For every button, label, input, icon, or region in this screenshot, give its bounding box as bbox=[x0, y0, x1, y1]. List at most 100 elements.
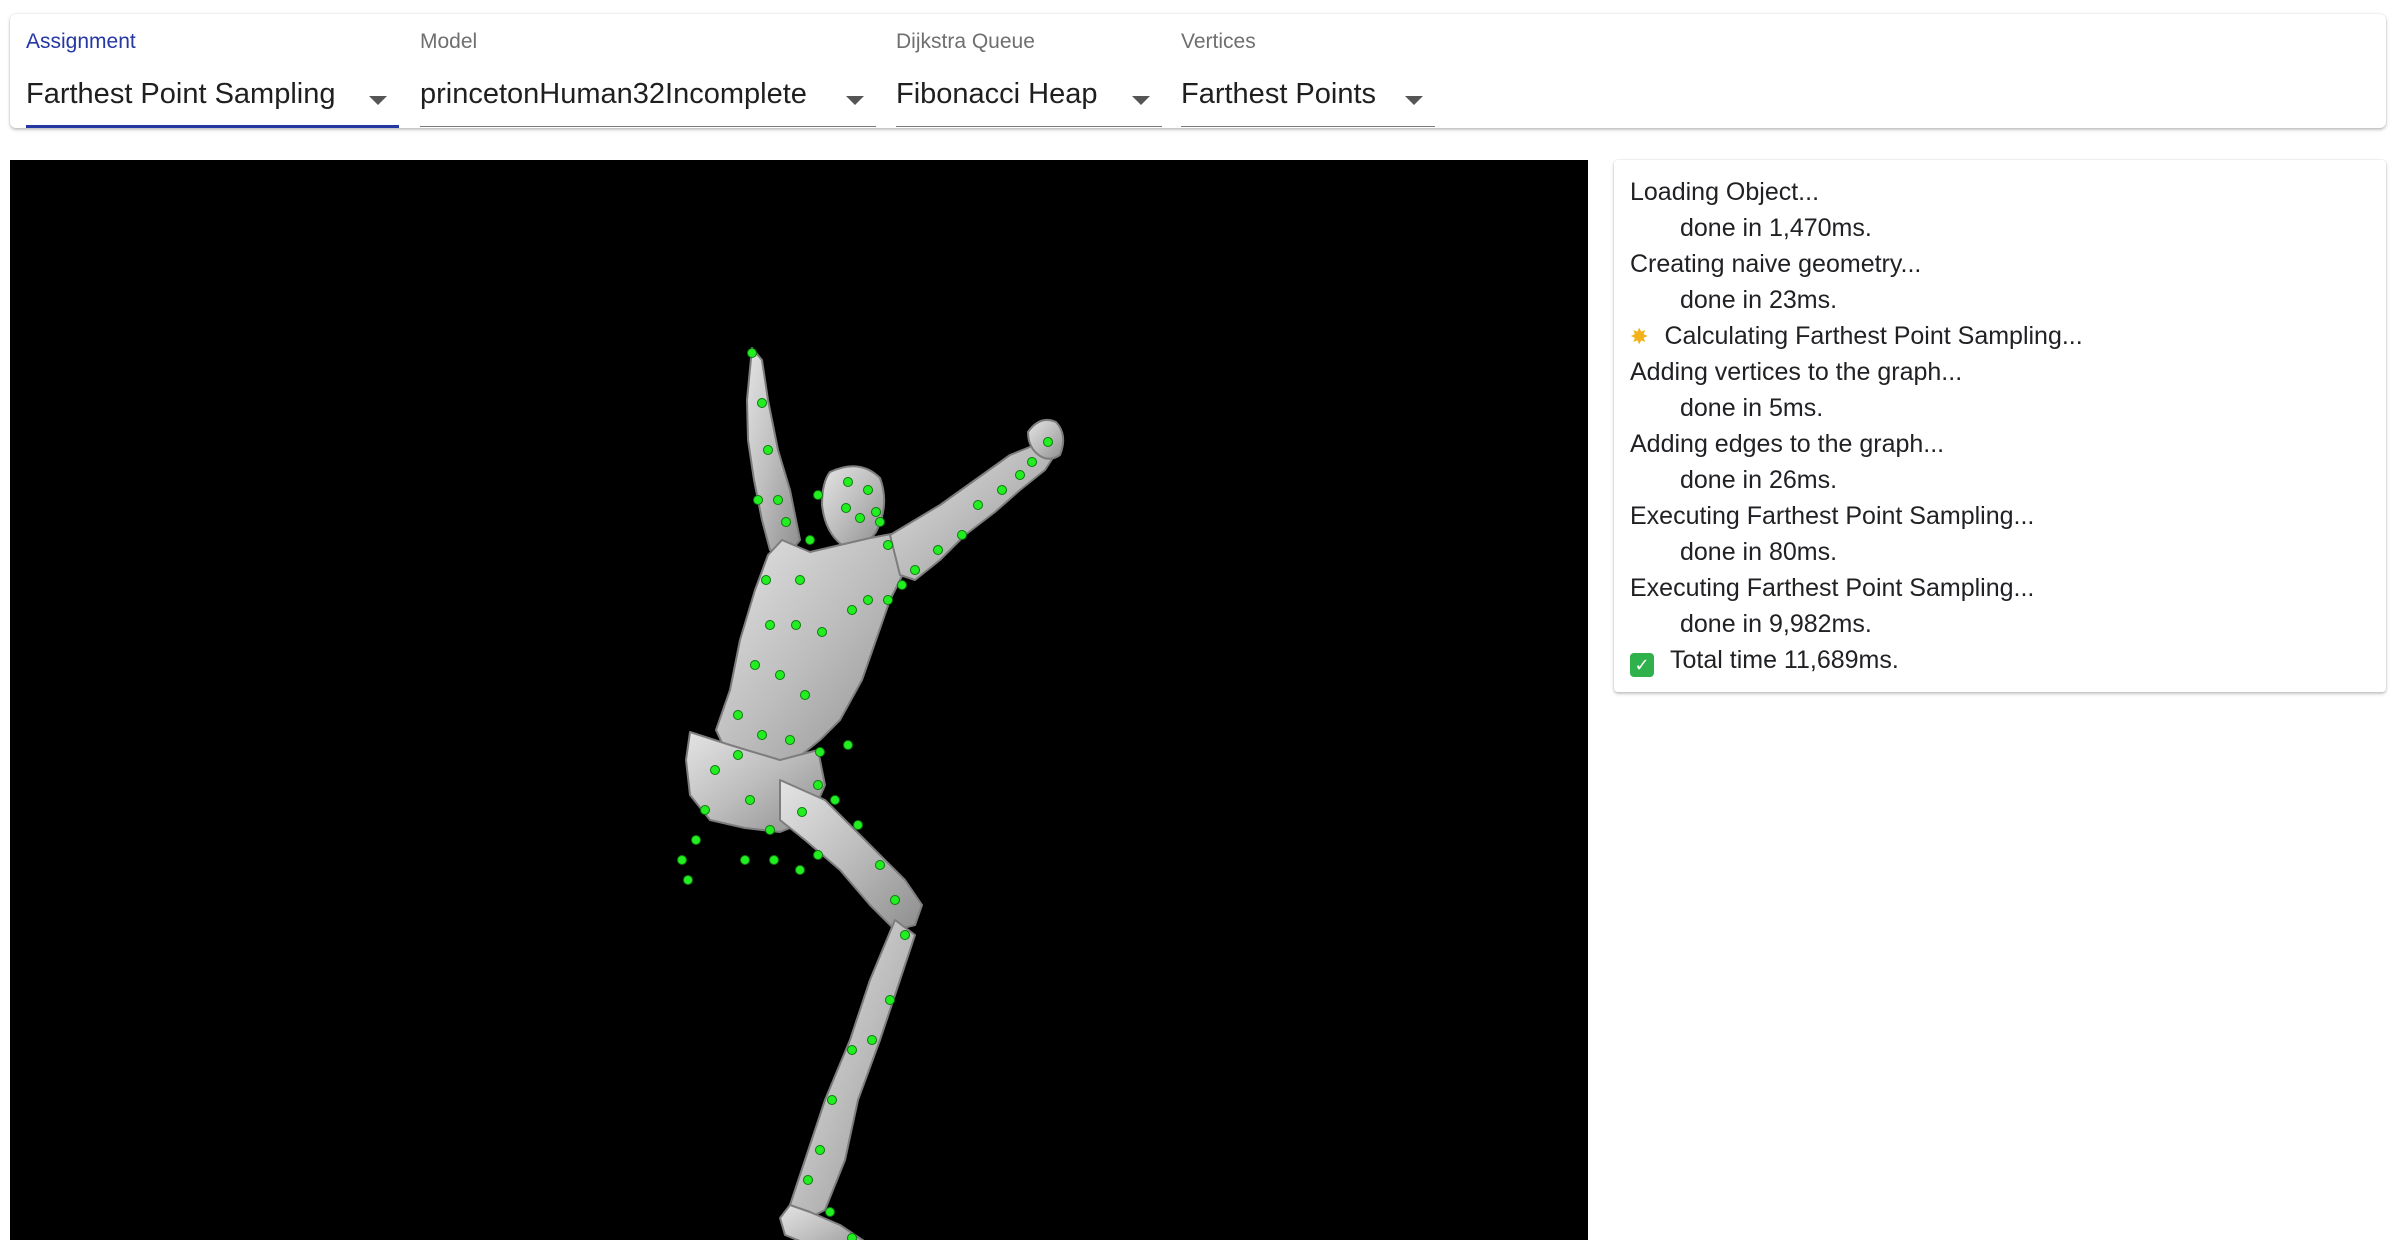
sample-point bbox=[863, 595, 873, 605]
sample-point bbox=[795, 865, 805, 875]
sample-point bbox=[855, 513, 865, 523]
mesh-render bbox=[677, 347, 1065, 1240]
dijkstra-queue-underline bbox=[896, 126, 1162, 127]
log-line: done in 1,470ms. bbox=[1630, 210, 2083, 246]
sample-point bbox=[800, 690, 810, 700]
log-line: done in 5ms. bbox=[1630, 390, 2083, 426]
model-select[interactable]: princetonHuman32Incomplete bbox=[420, 66, 876, 128]
sample-point bbox=[875, 860, 885, 870]
sample-point bbox=[815, 1145, 825, 1155]
sample-point bbox=[691, 835, 701, 845]
log-line-text: done in 9,982ms. bbox=[1680, 610, 1872, 638]
sample-point bbox=[843, 740, 853, 750]
sample-point bbox=[863, 485, 873, 495]
log-line-text: done in 1,470ms. bbox=[1680, 214, 1872, 242]
vertices-value: Farthest Points bbox=[1181, 78, 1377, 110]
sample-point bbox=[827, 1095, 837, 1105]
dijkstra-queue-value: Fibonacci Heap bbox=[896, 78, 1098, 110]
sample-point bbox=[957, 530, 967, 540]
sample-point bbox=[677, 855, 687, 865]
sample-point bbox=[700, 805, 710, 815]
sample-point bbox=[867, 1035, 877, 1045]
human-mesh bbox=[685, 347, 1065, 1240]
assignment-value: Farthest Point Sampling bbox=[26, 78, 336, 110]
sample-point bbox=[781, 517, 791, 527]
sample-point bbox=[761, 575, 771, 585]
log-line-text: Loading Object... bbox=[1630, 178, 1820, 206]
sample-point bbox=[740, 855, 750, 865]
sample-point bbox=[1015, 470, 1025, 480]
dropdown-arrow-icon bbox=[1132, 96, 1150, 105]
assignment-underline bbox=[26, 125, 399, 128]
sample-point bbox=[710, 765, 720, 775]
sample-point bbox=[683, 875, 693, 885]
sample-point bbox=[883, 540, 893, 550]
log-line: done in 26ms. bbox=[1630, 462, 2083, 498]
sample-point bbox=[747, 348, 757, 358]
sample-point bbox=[733, 750, 743, 760]
sample-point bbox=[733, 710, 743, 720]
sample-point bbox=[883, 595, 893, 605]
sample-point bbox=[757, 398, 767, 408]
sample-point bbox=[847, 1045, 857, 1055]
sample-point bbox=[813, 490, 823, 500]
log-line-text: Adding edges to the graph... bbox=[1630, 430, 1945, 458]
sample-point bbox=[791, 620, 801, 630]
dropdown-arrow-icon bbox=[1405, 96, 1423, 105]
log-line-text: done in 5ms. bbox=[1680, 394, 1824, 422]
sample-point bbox=[825, 1207, 835, 1217]
sample-point bbox=[900, 930, 910, 940]
dijkstra-queue-label: Dijkstra Queue bbox=[896, 30, 1035, 53]
vertices-label: Vertices bbox=[1181, 30, 1256, 53]
assignment-select[interactable]: Farthest Point Sampling bbox=[26, 66, 399, 128]
log-line: ✓ Total time 11,689ms. bbox=[1630, 642, 2083, 678]
vertices-select[interactable]: Farthest Points bbox=[1181, 66, 1435, 128]
model-label: Model bbox=[420, 30, 478, 53]
log-line: Executing Farthest Point Sampling... bbox=[1630, 570, 2083, 606]
log-line-text: Adding vertices to the graph... bbox=[1630, 358, 1963, 386]
log-line-text: done in 80ms. bbox=[1680, 538, 1838, 566]
vertices-field: Vertices Farthest Points bbox=[1181, 14, 1435, 128]
log-panel: Loading Object... done in 1,470ms. Creatin… bbox=[1614, 160, 2386, 692]
log-line: done in 80ms. bbox=[1630, 534, 2083, 570]
log-list: Loading Object... done in 1,470ms. Creatin… bbox=[1630, 174, 2083, 678]
sample-point bbox=[847, 605, 857, 615]
sample-point bbox=[785, 735, 795, 745]
dropdown-arrow-icon bbox=[846, 96, 864, 105]
sample-point bbox=[885, 995, 895, 1005]
log-line: done in 23ms. bbox=[1630, 282, 2083, 318]
sample-point bbox=[763, 445, 773, 455]
sample-point bbox=[797, 807, 807, 817]
sample-point bbox=[1043, 437, 1053, 447]
dijkstra-queue-select[interactable]: Fibonacci Heap bbox=[896, 66, 1162, 128]
log-line-text: Calculating Farthest Point Sampling... bbox=[1664, 322, 2083, 350]
log-line-text: Executing Farthest Point Sampling... bbox=[1630, 502, 2035, 530]
sample-point bbox=[933, 545, 943, 555]
sample-point bbox=[757, 730, 767, 740]
log-line: ✸ Calculating Farthest Point Sampling... bbox=[1630, 318, 2083, 354]
log-line: Executing Farthest Point Sampling... bbox=[1630, 498, 2083, 534]
dijkstra-queue-field: Dijkstra Queue Fibonacci Heap bbox=[896, 14, 1162, 128]
sample-point bbox=[765, 620, 775, 630]
sample-point bbox=[997, 485, 1007, 495]
sample-point bbox=[841, 503, 851, 513]
log-line-text: Executing Farthest Point Sampling... bbox=[1630, 574, 2035, 602]
sample-point bbox=[775, 670, 785, 680]
dropdown-arrow-icon bbox=[369, 96, 387, 105]
sample-point bbox=[769, 855, 779, 865]
sample-point bbox=[1027, 457, 1037, 467]
sample-point bbox=[871, 507, 881, 517]
assignment-field: Assignment Farthest Point Sampling bbox=[26, 14, 399, 128]
toolbar: Assignment Farthest Point Sampling Model… bbox=[10, 14, 2386, 128]
sample-point bbox=[813, 780, 823, 790]
sample-point bbox=[795, 575, 805, 585]
log-line: Adding vertices to the graph... bbox=[1630, 354, 2083, 390]
sparkle-icon: ✸ bbox=[1630, 324, 1649, 349]
sample-point bbox=[910, 565, 920, 575]
3d-viewport[interactable] bbox=[10, 160, 1588, 1240]
sample-point bbox=[805, 535, 815, 545]
sample-point bbox=[847, 1233, 857, 1240]
log-line-text: Total time 11,689ms. bbox=[1670, 646, 1899, 674]
model-underline bbox=[420, 126, 876, 127]
sample-point bbox=[843, 477, 853, 487]
